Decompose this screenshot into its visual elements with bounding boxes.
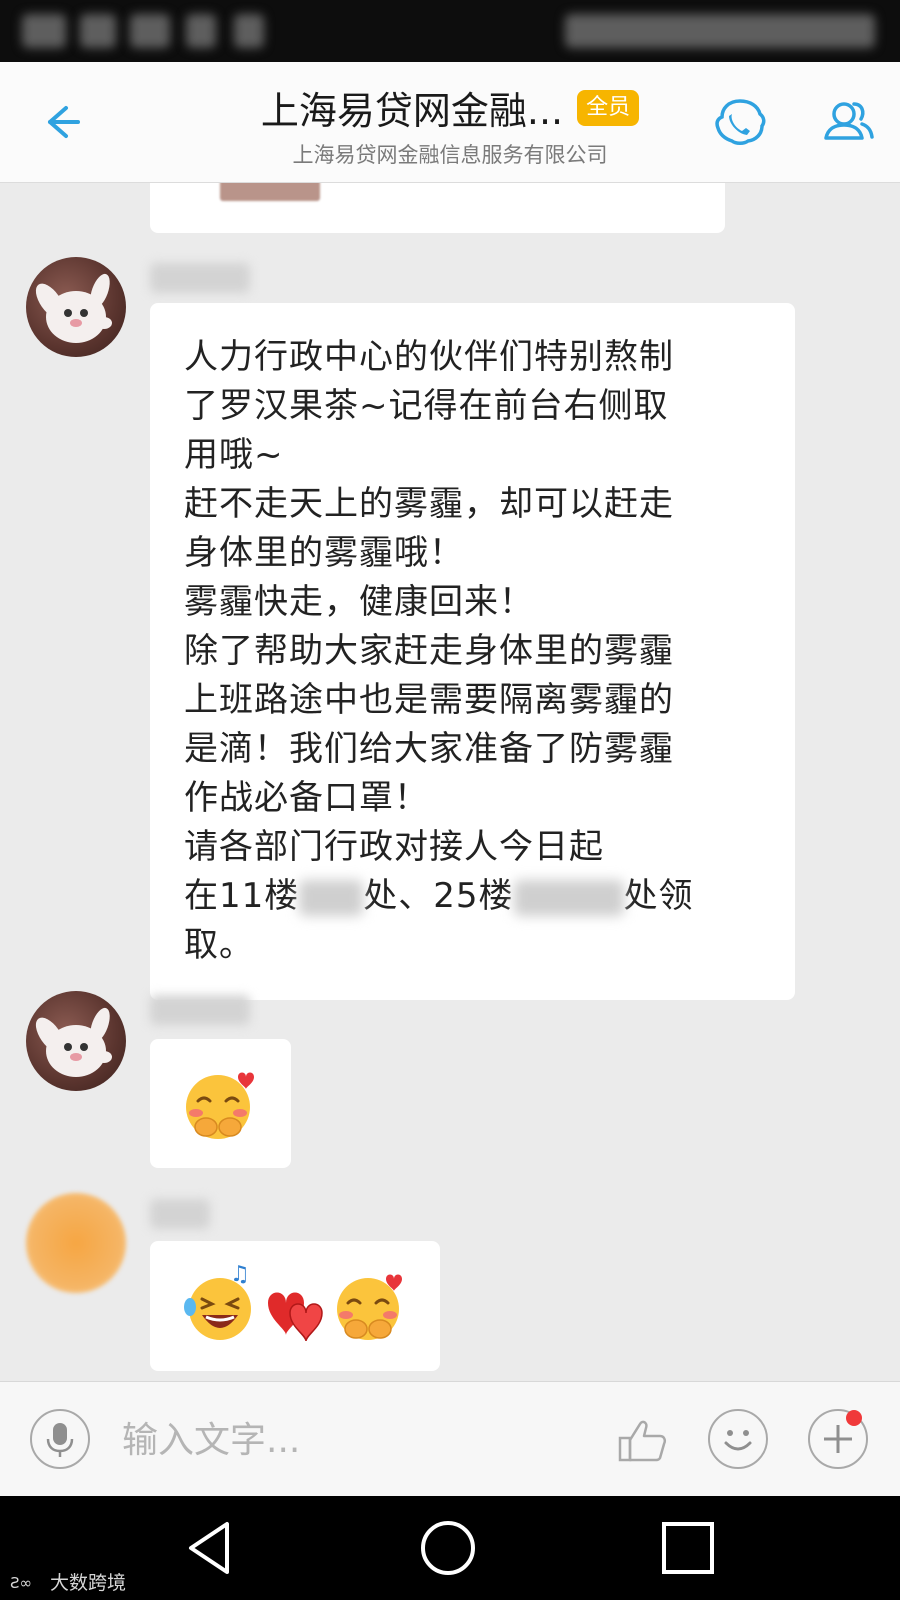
- two-hearts-emoji: [268, 1292, 323, 1342]
- notification-icon: [234, 14, 264, 48]
- message-text-fragment: 处领: [623, 876, 694, 916]
- group-badge: 全员: [577, 89, 640, 126]
- avatar[interactable]: [26, 991, 126, 1091]
- message-text-line: 人力行政中心的伙伴们特别熬制: [184, 337, 674, 377]
- message-text-line: 请各部门行政对接人今日起: [184, 827, 604, 867]
- laughing-music-emoji: ♫: [184, 1262, 251, 1340]
- status-bar: [0, 0, 900, 62]
- avatar[interactable]: [26, 257, 126, 357]
- rabbit-avatar-icon: [35, 1007, 112, 1077]
- message-text-line: 除了帮助大家赶走身体里的雾霾: [184, 631, 674, 671]
- shy-blush-emoji: [186, 1072, 254, 1139]
- message-text-line: 身体里的雾霾哦！: [184, 533, 464, 573]
- like-button[interactable]: [612, 1410, 672, 1470]
- shy-blush-emoji: [337, 1274, 402, 1340]
- back-arrow-icon: [48, 106, 80, 138]
- message-text-line: 取。: [184, 925, 254, 965]
- watermark: Ƨ∞ 大数跨境: [10, 1568, 126, 1595]
- image-thumbnail[interactable]: [220, 183, 320, 201]
- message-input-bar: [0, 1381, 900, 1497]
- nav-recents-button[interactable]: [658, 1518, 718, 1578]
- rabbit-avatar-icon: [35, 273, 112, 343]
- message-bubble[interactable]: 人力行政中心的伙伴们特别熬制 了罗汉果茶~记得在前台右侧取 用哦~ 赶不走天上的…: [150, 303, 795, 1000]
- message-bubble[interactable]: ♫: [150, 1241, 440, 1371]
- message-text-line: 上班路途中也是需要隔离雾霾的: [184, 680, 674, 720]
- page-subtitle: 上海易贷网金融信息服务有限公司: [292, 143, 608, 167]
- svg-text:♫: ♫: [230, 1262, 250, 1287]
- back-button[interactable]: [30, 94, 86, 150]
- phone-call-icon: [715, 99, 766, 145]
- sender-name: [150, 995, 250, 1025]
- message-text-line: 在11楼 处、25楼 处领: [184, 872, 761, 921]
- avatar[interactable]: [26, 1193, 126, 1293]
- square-recents-icon: [662, 1522, 714, 1574]
- message-text-input[interactable]: [112, 1412, 612, 1468]
- notification-icon: [22, 14, 66, 48]
- emoji-button[interactable]: [708, 1409, 768, 1469]
- message-bubble[interactable]: [150, 1039, 291, 1168]
- chat-message-list[interactable]: 人力行政中心的伙伴们特别熬制 了罗汉果茶~记得在前台右侧取 用哦~ 赶不走天上的…: [0, 183, 900, 1381]
- smiley-icon: [724, 1430, 752, 1451]
- message-text-fragment: 处、25楼: [363, 876, 514, 916]
- emoji-row: ♫: [184, 1262, 402, 1342]
- call-button[interactable]: [710, 92, 770, 152]
- redacted-text: [513, 879, 624, 916]
- message-text-line: 雾霾快走，健康回来！: [184, 582, 534, 622]
- microphone-icon: [46, 1423, 74, 1457]
- message-text-line: 了罗汉果茶~记得在前台右侧取: [184, 386, 669, 426]
- group-members-icon: [824, 102, 874, 140]
- message-text-line: 赶不走天上的雾霾，却可以赶走: [184, 484, 674, 524]
- previous-message-bubble[interactable]: [150, 183, 725, 233]
- message-text-line: 用哦~: [184, 435, 284, 475]
- nav-home-button[interactable]: [418, 1518, 478, 1578]
- nav-back-button[interactable]: [183, 1518, 243, 1578]
- notification-dot: [846, 1410, 862, 1426]
- watermark-logo-icon: Ƨ∞: [10, 1574, 32, 1592]
- watermark-text: 大数跨境: [50, 1572, 127, 1594]
- circle-home-icon: [421, 1521, 475, 1575]
- notification-icon: [186, 14, 216, 48]
- sender-name: [150, 263, 250, 293]
- sender-name: [150, 1199, 210, 1229]
- chat-title-area[interactable]: 上海易贷网金融... 全员 上海易贷网金融信息服务有限公司: [180, 80, 720, 169]
- group-members-button[interactable]: [818, 92, 878, 152]
- notification-icon: [130, 14, 170, 48]
- svg-text:Ƨ∞: Ƨ∞: [10, 1574, 32, 1592]
- message-text-fragment: 在11楼: [184, 876, 300, 916]
- message-text-line: 作战必备口罩！: [184, 778, 429, 818]
- chat-header: 上海易贷网金融... 全员 上海易贷网金融信息服务有限公司: [0, 62, 900, 183]
- notification-icon: [80, 14, 116, 48]
- page-title: 上海易贷网金融...: [260, 89, 564, 133]
- message-text-line: 是滴！我们给大家准备了防雾霾: [184, 729, 674, 769]
- redacted-text: [299, 879, 364, 916]
- thumbs-up-icon: [618, 1420, 667, 1462]
- system-navigation-bar: [0, 1496, 900, 1600]
- system-status-icons: [565, 14, 875, 48]
- voice-input-button[interactable]: [30, 1409, 90, 1469]
- triangle-back-icon: [189, 1522, 229, 1574]
